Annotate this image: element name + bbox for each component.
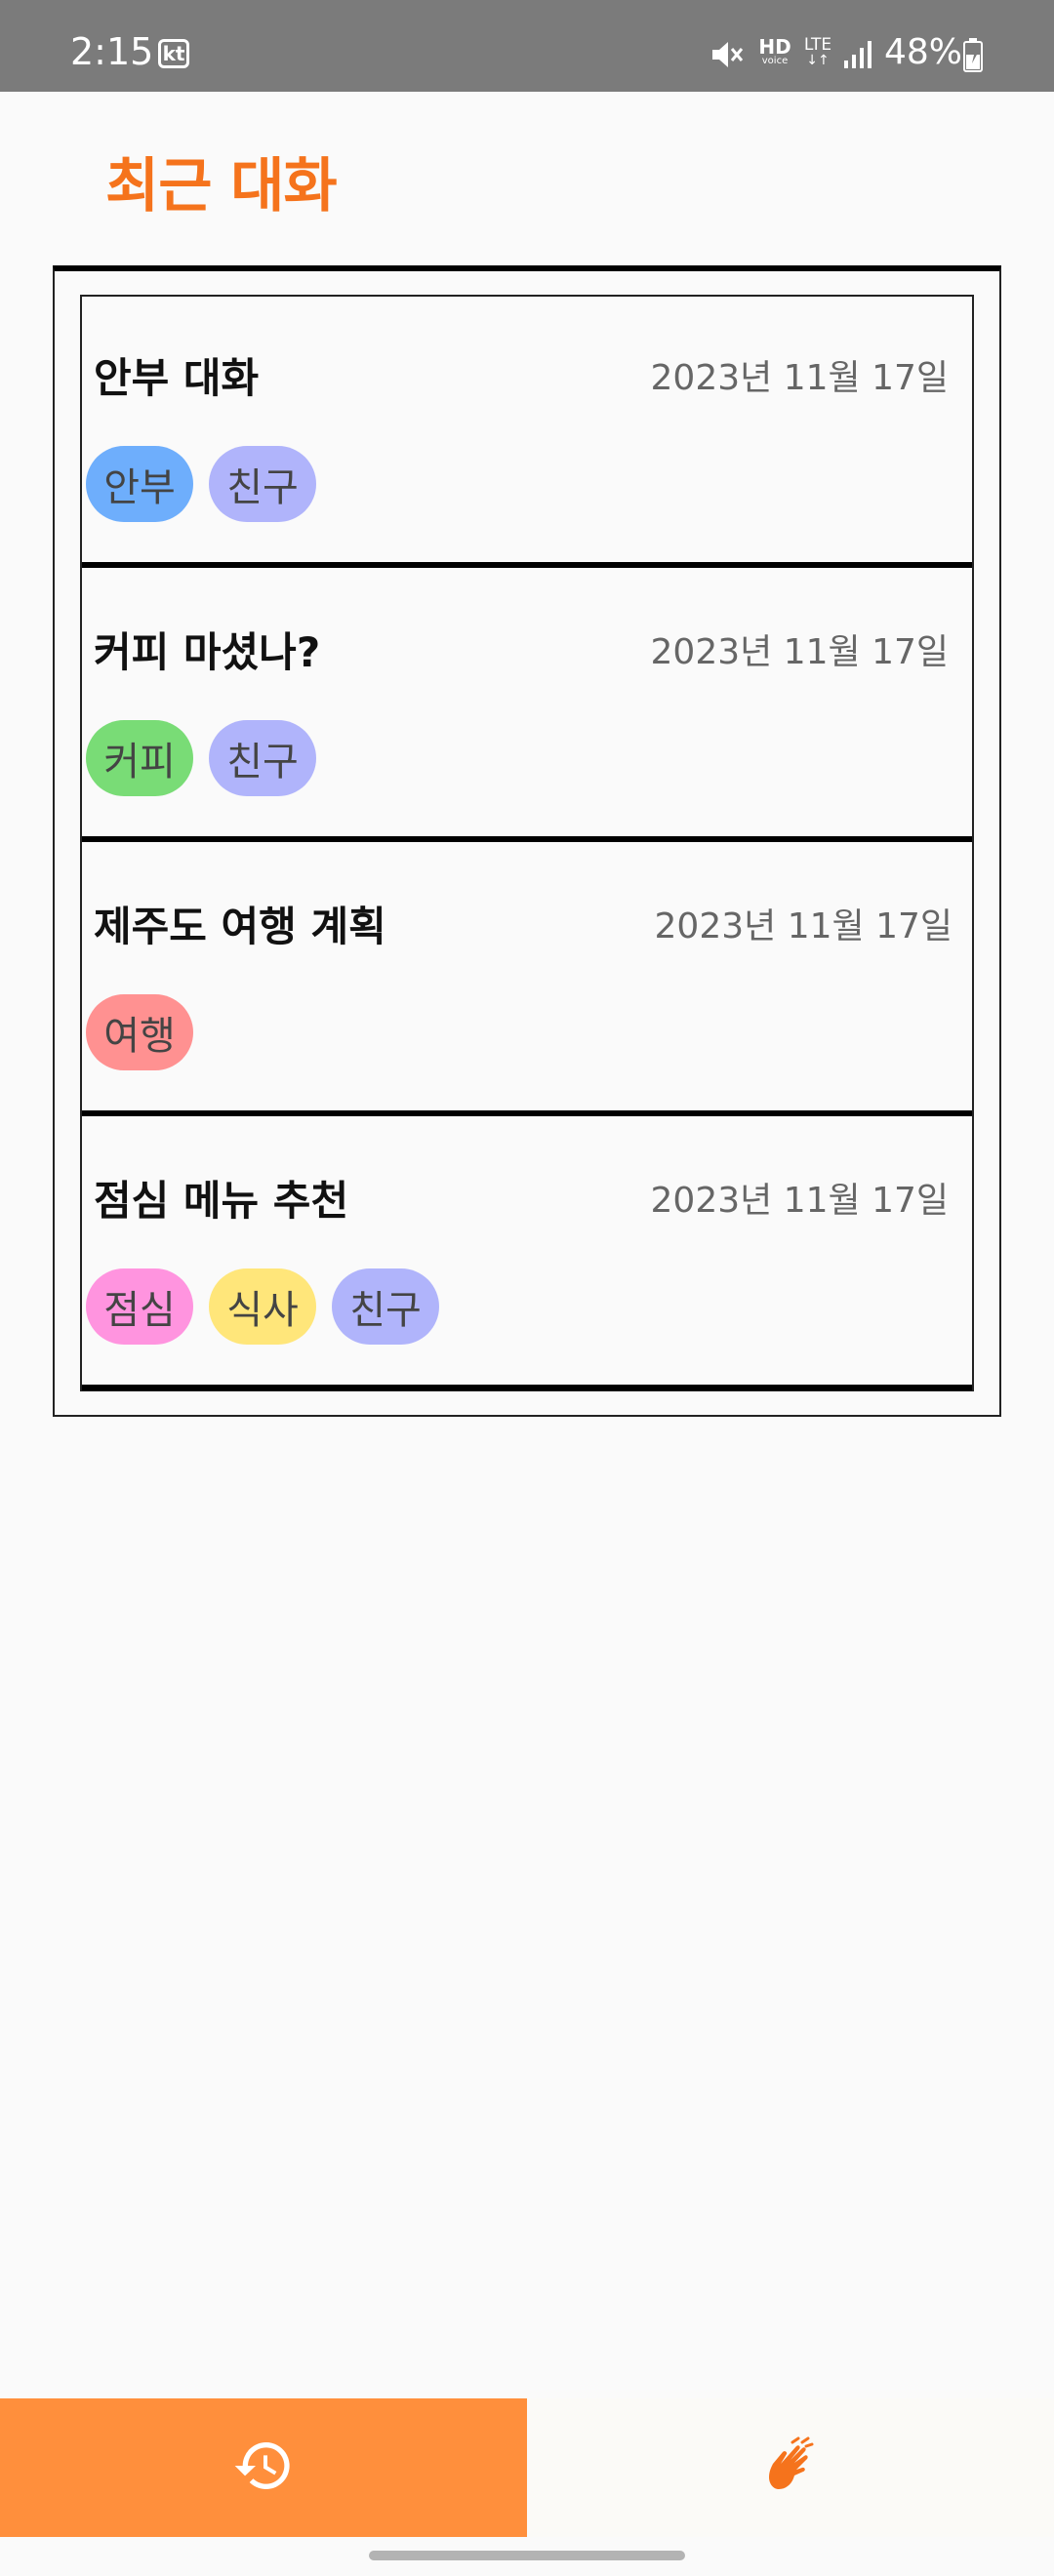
lte-icon: LTE ↓↑ bbox=[800, 35, 835, 68]
conversation-date: 2023년 11월 17일 bbox=[650, 632, 949, 672]
conversation-date: 2023년 11월 17일 bbox=[650, 358, 949, 398]
mute-icon bbox=[710, 39, 744, 74]
status-bar: 2:15 kt HD voice LTE ↓↑ 48% bbox=[0, 0, 1054, 92]
conversation-title: 제주도 여행 계획 bbox=[94, 903, 386, 950]
tag-list: 커피 친구 bbox=[86, 720, 316, 796]
tag-chip: 식사 bbox=[209, 1268, 316, 1345]
conversation-date: 2023년 11월 17일 bbox=[654, 906, 953, 946]
carrier-badge: kt bbox=[158, 39, 189, 68]
nav-sign-language-button[interactable] bbox=[527, 2398, 1054, 2537]
lte-label: LTE bbox=[803, 35, 832, 55]
tag-list: 점심 식사 친구 bbox=[86, 1268, 439, 1345]
tag-chip: 친구 bbox=[209, 720, 316, 796]
conversation-date: 2023년 11월 17일 bbox=[650, 1181, 949, 1221]
hd-label: HD bbox=[758, 35, 791, 59]
history-icon bbox=[232, 2435, 295, 2501]
page-title: 최근 대화 bbox=[105, 152, 338, 221]
conversation-card[interactable]: 제주도 여행 계획 2023년 11월 17일 여행 bbox=[82, 843, 972, 1116]
battery-charging-icon bbox=[962, 37, 984, 76]
tag-chip: 커피 bbox=[86, 720, 193, 796]
conversation-card[interactable]: 점심 메뉴 추천 2023년 11월 17일 점심 식사 친구 bbox=[82, 1117, 972, 1390]
tag-chip: 점심 bbox=[86, 1268, 193, 1345]
battery-percentage: 48% bbox=[884, 32, 963, 72]
nav-history-button[interactable] bbox=[0, 2398, 527, 2537]
signal-icon bbox=[843, 39, 874, 74]
tag-chip: 친구 bbox=[332, 1268, 439, 1345]
sign-language-icon bbox=[759, 2435, 822, 2501]
tag-list: 안부 친구 bbox=[86, 446, 316, 522]
tag-chip: 친구 bbox=[209, 446, 316, 522]
tag-list: 여행 bbox=[86, 994, 193, 1070]
conversation-title: 안부 대화 bbox=[94, 354, 260, 402]
hd-voice-icon: HD voice bbox=[755, 37, 794, 66]
home-indicator[interactable] bbox=[369, 2551, 685, 2560]
data-arrows: ↓↑ bbox=[806, 53, 830, 68]
tag-chip: 여행 bbox=[86, 994, 193, 1070]
status-time: 2:15 bbox=[70, 30, 154, 73]
conversation-card[interactable]: 안부 대화 2023년 11월 17일 안부 친구 bbox=[82, 295, 972, 568]
bottom-navigation bbox=[0, 2398, 1054, 2537]
conversation-card[interactable]: 커피 마셨나? 2023년 11월 17일 커피 친구 bbox=[82, 569, 972, 842]
conversation-title: 점심 메뉴 추천 bbox=[94, 1177, 349, 1225]
conversation-title: 커피 마셨나? bbox=[94, 628, 321, 676]
tag-chip: 안부 bbox=[86, 446, 193, 522]
